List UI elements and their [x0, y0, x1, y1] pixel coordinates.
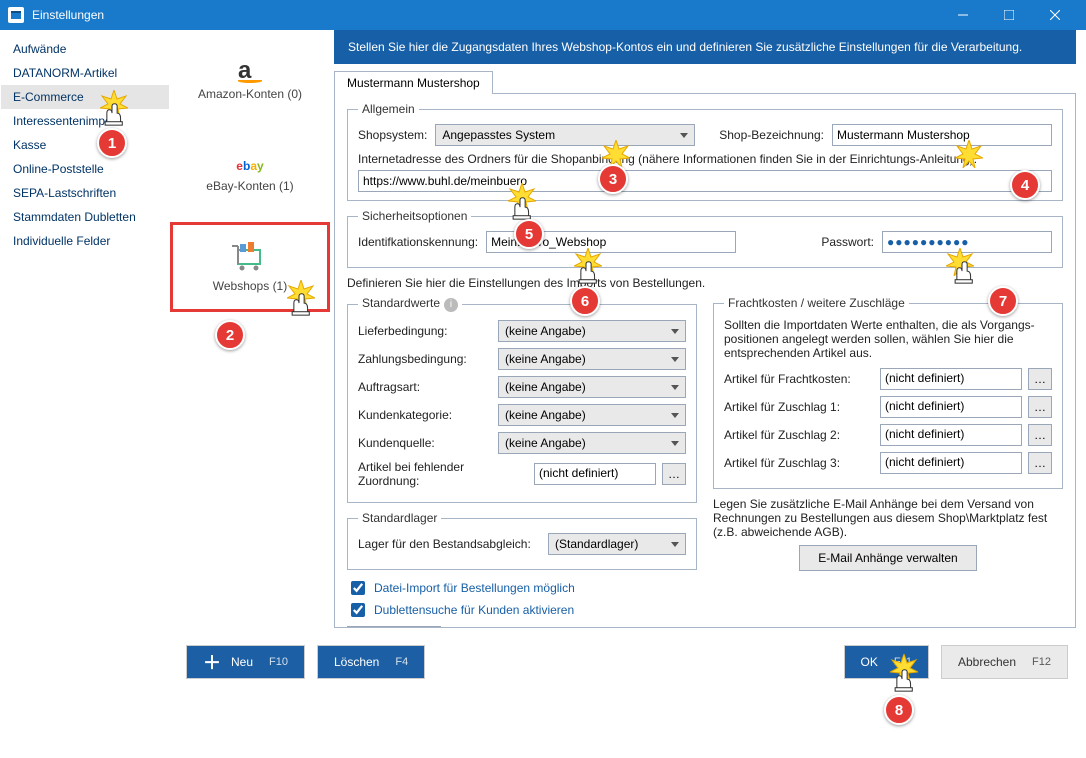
defaults-legend: Standardwertei: [358, 296, 462, 312]
shopsystem-value: Angepasstes System: [442, 128, 555, 142]
amazon-caption: Amazon-Konten (0): [198, 87, 302, 101]
zuschlag3-label: Artikel für Zuschlag 3:: [724, 456, 874, 470]
general-legend: Allgemein: [358, 102, 419, 116]
kundenkategorie-label: Kundenkategorie:: [358, 408, 498, 422]
stock-legend: Standardlager: [358, 511, 441, 525]
abbrechen-button[interactable]: AbbrechenF12: [941, 645, 1068, 679]
nav-poststelle[interactable]: Online-Poststelle: [1, 157, 169, 181]
stock-dropdown[interactable]: (Standardlager): [548, 533, 686, 555]
shopsystem-label: Shopsystem:: [358, 128, 427, 142]
nav-kasse[interactable]: Kasse: [1, 133, 169, 157]
shop-list: a Amazon-Konten (0) ebay eBay-Konten (1)…: [170, 30, 330, 638]
zuschlag1-browse-button[interactable]: …: [1028, 396, 1052, 418]
shopname-label: Shop-Bezeichnung:: [719, 128, 824, 142]
zuschlag2-browse-button[interactable]: …: [1028, 424, 1052, 446]
nav-interessenten[interactable]: Interessentenimport: [1, 109, 169, 133]
shopname-input[interactable]: [832, 124, 1052, 146]
nav-felder[interactable]: Individuelle Felder: [1, 229, 169, 253]
webshops-item[interactable]: Webshops (1): [170, 222, 330, 312]
url-input[interactable]: [358, 170, 1052, 192]
auftragsart-dropdown[interactable]: (keine Angabe): [498, 376, 686, 398]
auftragsart-label: Auftragsart:: [358, 380, 498, 394]
url-label: Internetadresse des Ordners für die Shop…: [358, 152, 1052, 166]
neu-button[interactable]: ＋NeuF10: [186, 645, 305, 679]
zahlungsbedingung-dropdown[interactable]: (keine Angabe): [498, 348, 686, 370]
defaults-fieldset: Standardwertei Lieferbedingung:(keine An…: [347, 296, 697, 503]
zuschlag3-browse-button[interactable]: …: [1028, 452, 1052, 474]
info-banner: Stellen Sie hier die Zugangsdaten Ihres …: [334, 30, 1076, 64]
shop-settings-panel: Allgemein Shopsystem: Angepasstes System…: [334, 93, 1076, 628]
ebay-caption: eBay-Konten (1): [206, 179, 293, 193]
minimize-button[interactable]: [940, 0, 986, 30]
zuschlag2-value[interactable]: (nicht definiert): [880, 424, 1022, 446]
zuschlag2-label: Artikel für Zuschlag 2:: [724, 428, 874, 442]
info-icon[interactable]: i: [444, 298, 458, 312]
kundenquelle-dropdown[interactable]: (keine Angabe): [498, 432, 686, 454]
lieferbedingung-dropdown[interactable]: (keine Angabe): [498, 320, 686, 342]
missing-article-browse-button[interactable]: …: [662, 463, 686, 485]
import-note: Definieren Sie hier die Einstellungen de…: [347, 276, 1063, 290]
plus-icon: ＋: [203, 649, 221, 675]
ebay-konten-item[interactable]: ebay eBay-Konten (1): [170, 128, 330, 218]
nav-dubletten[interactable]: Stammdaten Dubletten: [1, 205, 169, 229]
loeschen-button[interactable]: LöschenF4: [317, 645, 425, 679]
freight-fieldset: Frachtkosten / weitere Zuschläge Sollten…: [713, 296, 1063, 489]
zuschlag3-value[interactable]: (nicht definiert): [880, 452, 1022, 474]
kundenquelle-label: Kundenquelle:: [358, 436, 498, 450]
cart-icon: [230, 242, 270, 275]
stock-fieldset: Standardlager Lager für den Bestandsabgl…: [347, 511, 697, 570]
zuschlag1-value[interactable]: (nicht definiert): [880, 396, 1022, 418]
nav-aufwaende[interactable]: Aufwände: [1, 37, 169, 61]
fracht-browse-button[interactable]: …: [1028, 368, 1052, 390]
kundenkategorie-dropdown[interactable]: (keine Angabe): [498, 404, 686, 426]
fracht-label: Artikel für Frachtkosten:: [724, 372, 874, 386]
lieferbedingung-label: Lieferbedingung:: [358, 324, 498, 338]
titlebar: Einstellungen: [0, 0, 1086, 30]
nav-datanorm[interactable]: DATANORM-Artikel: [1, 61, 169, 85]
webshops-caption: Webshops (1): [213, 279, 287, 293]
window-title: Einstellungen: [32, 8, 940, 22]
missing-article-label: Artikel bei fehlender Zuordnung:: [358, 460, 528, 488]
nav-sepa[interactable]: SEPA-Lastschriften: [1, 181, 169, 205]
amazon-logo-icon: a: [238, 57, 262, 83]
missing-article-value[interactable]: (nicht definiert): [534, 463, 656, 485]
password-label: Passwort:: [821, 235, 874, 249]
mail-attachments-button[interactable]: E-Mail Anhänge verwalten: [799, 545, 976, 571]
einstellungen-button[interactable]: Einstellungen: [347, 626, 441, 628]
fracht-value[interactable]: (nicht definiert): [880, 368, 1022, 390]
nav-ecommerce[interactable]: E-Commerce: [1, 85, 169, 109]
bottom-bar: ＋NeuF10 LöschenF4 OKF11 AbbrechenF12: [0, 638, 1086, 686]
maximize-button[interactable]: [986, 0, 1032, 30]
amazon-konten-item[interactable]: a Amazon-Konten (0): [170, 34, 330, 124]
ebay-logo-icon: ebay: [236, 154, 263, 175]
password-input[interactable]: [882, 231, 1052, 253]
freight-legend: Frachtkosten / weitere Zuschläge: [724, 296, 909, 310]
zuschlag1-label: Artikel für Zuschlag 1:: [724, 400, 874, 414]
file-import-checkbox[interactable]: Datei-Import für Bestellungen möglich: [347, 578, 697, 598]
mail-text: Legen Sie zusätzliche E-Mail Anhänge bei…: [713, 497, 1063, 539]
stock-label: Lager für den Bestandsabgleich:: [358, 537, 548, 551]
settings-nav: Aufwände DATANORM-Artikel E-Commerce Int…: [0, 30, 170, 638]
annotation-badge-8: 8: [884, 695, 914, 725]
id-label: Identifkationskennung:: [358, 235, 478, 249]
general-fieldset: Allgemein Shopsystem: Angepasstes System…: [347, 102, 1063, 201]
dubletten-checkbox[interactable]: Dublettensuche für Kunden aktivieren: [347, 600, 697, 620]
zahlungsbedingung-label: Zahlungsbedingung:: [358, 352, 498, 366]
id-input[interactable]: [486, 231, 736, 253]
close-button[interactable]: [1032, 0, 1078, 30]
app-icon: [8, 7, 24, 23]
tab-mustershop[interactable]: Mustermann Mustershop: [334, 71, 493, 94]
security-legend: Sicherheitsoptionen: [358, 209, 471, 223]
shopsystem-dropdown[interactable]: Angepasstes System: [435, 124, 695, 146]
freight-intro: Sollten die Importdaten Werte enthalten,…: [724, 318, 1052, 360]
ok-button[interactable]: OKF11: [844, 645, 929, 679]
security-fieldset: Sicherheitsoptionen Identifkationskennun…: [347, 209, 1063, 268]
